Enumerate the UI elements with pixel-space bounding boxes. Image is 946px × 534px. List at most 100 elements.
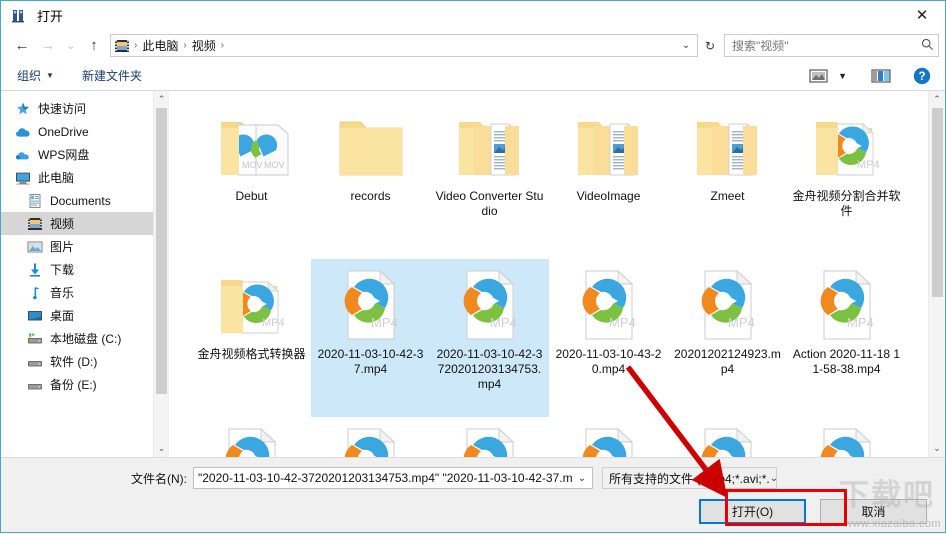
- sidebar-scroll-track[interactable]: [154, 108, 170, 440]
- sidebar-scroll-up-icon[interactable]: ⌃: [154, 91, 170, 108]
- filename-input[interactable]: "2020-11-03-10-42-3720201203134753.mp4" …: [193, 467, 593, 489]
- drive-icon: [27, 377, 43, 393]
- search-icon: [920, 38, 934, 54]
- file-tile[interactable]: MP4 20201202124923.mp4: [668, 259, 787, 417]
- desktop-icon: [27, 308, 43, 324]
- new-folder-button[interactable]: 新建文件夹: [82, 67, 142, 84]
- search-box[interactable]: 搜索"视频": [724, 34, 939, 57]
- sidebar-item-3[interactable]: 此电脑: [1, 166, 169, 189]
- file-name-label: 2020-11-03-10-42-3720201203134753.mp4: [436, 347, 543, 391]
- open-file-icon: [11, 7, 29, 25]
- close-button[interactable]: ✕: [899, 1, 945, 29]
- file-tile[interactable]: MP4: [549, 417, 668, 457]
- file-scroll-track[interactable]: [929, 108, 945, 440]
- preview-pane-icon[interactable]: [871, 68, 891, 84]
- file-tile[interactable]: Zmeet: [668, 101, 787, 259]
- search-input[interactable]: 搜索"视频": [732, 37, 920, 54]
- folder-icon: [331, 109, 411, 185]
- address-bar[interactable]: › 此电脑 › 视频 › ⌄: [110, 34, 698, 57]
- dialog-footer: 文件名(N): "2020-11-03-10-42-37202012031347…: [1, 457, 945, 532]
- file-tile[interactable]: MP4 2020-11-03-10-43-20.mp4: [549, 259, 668, 417]
- videos-folder-icon: [114, 38, 130, 54]
- up-button[interactable]: ↑: [81, 33, 107, 59]
- sidebar-item-8[interactable]: 音乐: [1, 281, 169, 304]
- file-tile[interactable]: MP4 金舟视频格式转换器: [192, 259, 311, 417]
- new-folder-label: 新建文件夹: [81, 69, 142, 83]
- open-button[interactable]: 打开(O): [699, 499, 806, 524]
- file-list-area[interactable]: MOV MOV Debut records Video Converter Studio…: [174, 91, 945, 457]
- filename-dropdown-icon[interactable]: ⌄: [572, 473, 592, 484]
- sidebar-item-label: 软件 (D:): [50, 355, 98, 369]
- file-name-label: Action 2020-11-18 11-58-38.mp4: [792, 347, 901, 376]
- mp4-icon: MP4: [688, 425, 768, 457]
- view-mode-chevron-down-icon[interactable]: ▼: [838, 71, 847, 81]
- sidebar-item-9[interactable]: 桌面: [1, 304, 169, 327]
- sidebar-item-12[interactable]: 备份 (E:): [1, 373, 169, 396]
- sidebar-item-label: 音乐: [50, 286, 75, 300]
- mp4-icon: MP4: [807, 267, 887, 343]
- view-mode-icon[interactable]: [809, 68, 828, 84]
- onedrive-cloud-icon: [15, 124, 31, 140]
- svg-text:MP4: MP4: [609, 315, 636, 330]
- file-tile[interactable]: MP4: [668, 417, 787, 457]
- file-scroll-up-icon[interactable]: ⌃: [929, 91, 945, 108]
- pictures-icon: [27, 239, 43, 255]
- file-tile[interactable]: MP4 2020-11-03-10-42-37.mp4: [311, 259, 430, 417]
- folder-with-docs-icon: [688, 109, 768, 185]
- file-tile[interactable]: MP4 Action 2020-11-18 11-58-38.mp4: [787, 259, 906, 417]
- file-scroll-thumb[interactable]: [931, 108, 943, 298]
- sidebar-scroll-down-icon[interactable]: ⌄: [154, 440, 170, 457]
- sidebar-item-5[interactable]: 视频: [1, 212, 169, 235]
- file-tile[interactable]: MP4: [787, 417, 906, 457]
- file-tile[interactable]: MP4: [311, 417, 430, 457]
- file-tile[interactable]: MP4: [430, 417, 549, 457]
- file-tile[interactable]: VideoImage: [549, 101, 668, 259]
- mp4-icon: MP4: [569, 425, 649, 457]
- sidebar-scrollbar[interactable]: ⌃ ⌄: [153, 91, 169, 457]
- sidebar-item-0[interactable]: 快速访问: [1, 97, 169, 120]
- svg-text:MP4: MP4: [728, 315, 755, 330]
- this-pc-icon: [15, 170, 31, 186]
- filetype-select[interactable]: 所有支持的文件 (*.mp4;*.avi;*. ⌄: [602, 467, 777, 489]
- forward-button[interactable]: →: [35, 33, 61, 59]
- file-tile[interactable]: MP4 2020-11-03-10-42-3720201203134753.mp4: [430, 259, 549, 417]
- breadcrumb-videos[interactable]: 视频: [188, 37, 220, 54]
- organize-menu[interactable]: 组织 ▼: [17, 67, 54, 84]
- file-name-label: 20201202124923.mp4: [674, 347, 781, 376]
- file-tile[interactable]: MOV MOV Debut: [192, 101, 311, 259]
- file-tile[interactable]: MP4 金舟视频分割合并软件: [787, 101, 906, 259]
- file-list-scrollbar[interactable]: ⌃ ⌄: [928, 91, 945, 457]
- file-tile[interactable]: MP4: [192, 417, 311, 457]
- sidebar-item-2[interactable]: WPS网盘: [1, 143, 169, 166]
- filename-value[interactable]: "2020-11-03-10-42-3720201203134753.mp4" …: [198, 471, 572, 485]
- file-tile[interactable]: Video Converter Studio: [430, 101, 549, 259]
- file-scroll-down-icon[interactable]: ⌄: [929, 440, 945, 457]
- cancel-button[interactable]: 取消: [820, 499, 927, 524]
- sidebar-scroll-thumb[interactable]: [156, 108, 167, 394]
- sidebar-item-label: 图片: [50, 240, 75, 254]
- svg-text:MP4: MP4: [262, 317, 285, 329]
- mp4-icon: MP4: [450, 425, 530, 457]
- sidebar-item-6[interactable]: 图片: [1, 235, 169, 258]
- svg-text:MP4: MP4: [847, 315, 874, 330]
- file-name-label: records: [350, 189, 391, 203]
- help-icon[interactable]: ?: [913, 67, 931, 85]
- mp4-icon: MP4: [331, 425, 411, 457]
- back-button[interactable]: ←: [9, 33, 35, 59]
- breadcrumb-this-pc[interactable]: 此电脑: [138, 37, 182, 54]
- svg-text:MP4: MP4: [490, 315, 517, 330]
- refresh-button[interactable]: ↻: [699, 34, 721, 57]
- sidebar-item-11[interactable]: 软件 (D:): [1, 350, 169, 373]
- mp4-icon: MP4: [688, 267, 768, 343]
- sidebar-item-10[interactable]: 本地磁盘 (C:): [1, 327, 169, 350]
- svg-text:MOV: MOV: [264, 160, 285, 170]
- sidebar-item-1[interactable]: OneDrive: [1, 120, 169, 143]
- folder-with-media-icon: MOV MOV: [212, 109, 292, 185]
- address-dropdown-icon[interactable]: ⌄: [677, 40, 695, 51]
- recent-locations-icon[interactable]: ⌄: [61, 33, 81, 59]
- filetype-chevron-down-icon[interactable]: ⌄: [770, 473, 776, 484]
- sidebar-item-7[interactable]: 下载: [1, 258, 169, 281]
- svg-text:MP4: MP4: [857, 159, 880, 171]
- file-tile[interactable]: records: [311, 101, 430, 259]
- sidebar-item-4[interactable]: Documents: [1, 189, 169, 212]
